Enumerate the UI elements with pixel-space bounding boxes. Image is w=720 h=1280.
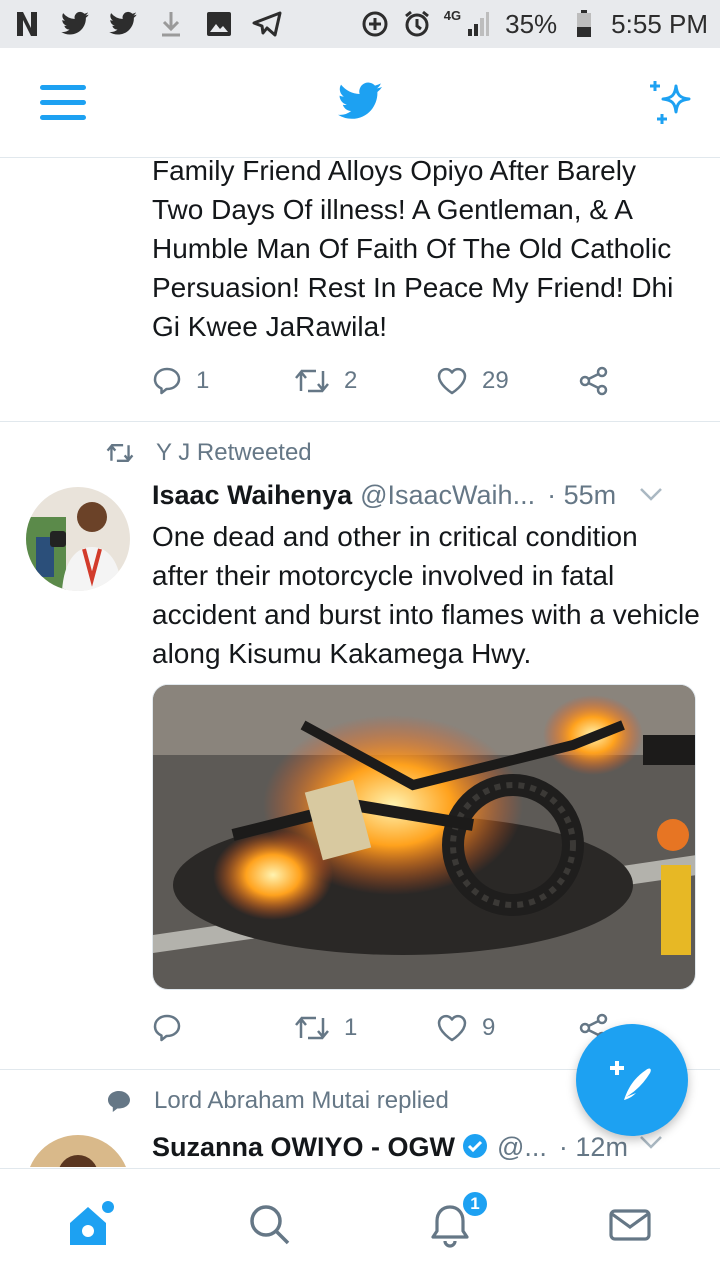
reply-button[interactable]: 1 bbox=[152, 366, 294, 396]
heart-icon bbox=[437, 367, 467, 395]
heart-icon bbox=[437, 1014, 467, 1042]
avatar[interactable] bbox=[26, 487, 130, 591]
retweet-button[interactable]: 2 bbox=[294, 367, 436, 395]
timeline[interactable]: Family Friend Alloys Opiyo After Barely … bbox=[0, 159, 720, 1167]
tweet-time: · 55m bbox=[547, 480, 617, 510]
author-handle[interactable]: @... bbox=[497, 1132, 547, 1163]
speech-bubble-icon bbox=[108, 1091, 130, 1112]
nav-home[interactable] bbox=[60, 1197, 120, 1253]
like-button[interactable]: 9 bbox=[436, 1013, 578, 1043]
bottom-navigation bbox=[0, 1168, 720, 1280]
context-label: Y J Retweeted bbox=[156, 439, 312, 466]
data-saver-icon bbox=[360, 9, 390, 39]
signal-icon bbox=[463, 9, 493, 39]
reply-button[interactable] bbox=[152, 1013, 294, 1043]
home-icon bbox=[70, 1201, 114, 1245]
compose-feather-icon bbox=[610, 1061, 651, 1100]
context-label: Lord Abraham Mutai replied bbox=[154, 1087, 449, 1114]
twitter-notification-icon-2 bbox=[108, 9, 138, 39]
search-icon bbox=[250, 1205, 290, 1245]
netflix-icon bbox=[12, 9, 42, 39]
alarm-icon bbox=[402, 9, 432, 39]
retweet-icon bbox=[295, 369, 329, 393]
avatar[interactable] bbox=[26, 1135, 130, 1167]
author-handle[interactable]: @IsaacWaih... bbox=[360, 480, 535, 511]
like-count: 29 bbox=[482, 367, 509, 394]
retweet-icon bbox=[295, 1016, 329, 1040]
tweet-time: · 12m bbox=[558, 1132, 628, 1162]
retweet-context[interactable]: Y J Retweeted bbox=[106, 439, 312, 467]
author-name[interactable]: Isaac Waihenya bbox=[152, 480, 352, 511]
share-button[interactable] bbox=[578, 365, 610, 397]
compose-tweet-button[interactable] bbox=[576, 1024, 688, 1136]
nav-messages[interactable] bbox=[600, 1197, 660, 1253]
top-app-bar bbox=[0, 48, 720, 158]
reply-icon bbox=[153, 367, 181, 395]
tweet-text: Family Friend Alloys Opiyo After Barely … bbox=[152, 159, 674, 342]
notification-badge: 1 bbox=[461, 1190, 489, 1218]
battery-icon bbox=[569, 9, 599, 39]
twitter-notification-icon bbox=[60, 9, 90, 39]
retweet-button[interactable]: 1 bbox=[294, 1014, 436, 1042]
tweet-media-image[interactable] bbox=[152, 684, 696, 990]
chevron-down-icon[interactable] bbox=[638, 484, 664, 504]
tweet-actions: 1 2 29 bbox=[152, 365, 610, 397]
clock: 5:55 PM bbox=[611, 8, 708, 39]
tweet-actions: 1 9 bbox=[152, 1012, 610, 1044]
divider bbox=[0, 421, 720, 422]
reply-count: 1 bbox=[196, 367, 210, 394]
tweet-header: Suzanna OWIYO - OGW @... · 12m bbox=[152, 1128, 692, 1163]
mail-icon bbox=[609, 1209, 651, 1241]
status-bar: 4G 35% 5:55 PM bbox=[0, 0, 720, 48]
tweet-text: One dead and other in critical condition… bbox=[152, 521, 700, 669]
like-count: 9 bbox=[482, 1014, 496, 1041]
telegram-icon bbox=[252, 9, 282, 39]
nav-search[interactable] bbox=[240, 1197, 300, 1253]
author-name[interactable]: Suzanna OWIYO - OGW bbox=[152, 1132, 455, 1163]
tweet-header: Isaac Waihenya @IsaacWaih... · 55m bbox=[152, 480, 692, 511]
retweet-icon bbox=[106, 444, 134, 462]
reply-context[interactable]: Lord Abraham Mutai replied bbox=[106, 1087, 449, 1115]
sparkle-icon[interactable] bbox=[646, 78, 698, 130]
twitter-logo-icon bbox=[336, 78, 384, 126]
share-icon bbox=[579, 366, 608, 396]
like-button[interactable]: 29 bbox=[436, 366, 578, 396]
menu-icon[interactable] bbox=[40, 83, 86, 123]
battery-percent: 35% bbox=[505, 8, 558, 39]
reply-icon bbox=[153, 1014, 181, 1042]
retweet-count: 1 bbox=[344, 1014, 358, 1041]
network-type: 4G bbox=[443, 7, 462, 23]
gallery-icon bbox=[204, 9, 234, 39]
retweet-count: 2 bbox=[344, 367, 358, 394]
download-icon bbox=[156, 9, 186, 39]
verified-badge-icon bbox=[463, 1134, 487, 1158]
